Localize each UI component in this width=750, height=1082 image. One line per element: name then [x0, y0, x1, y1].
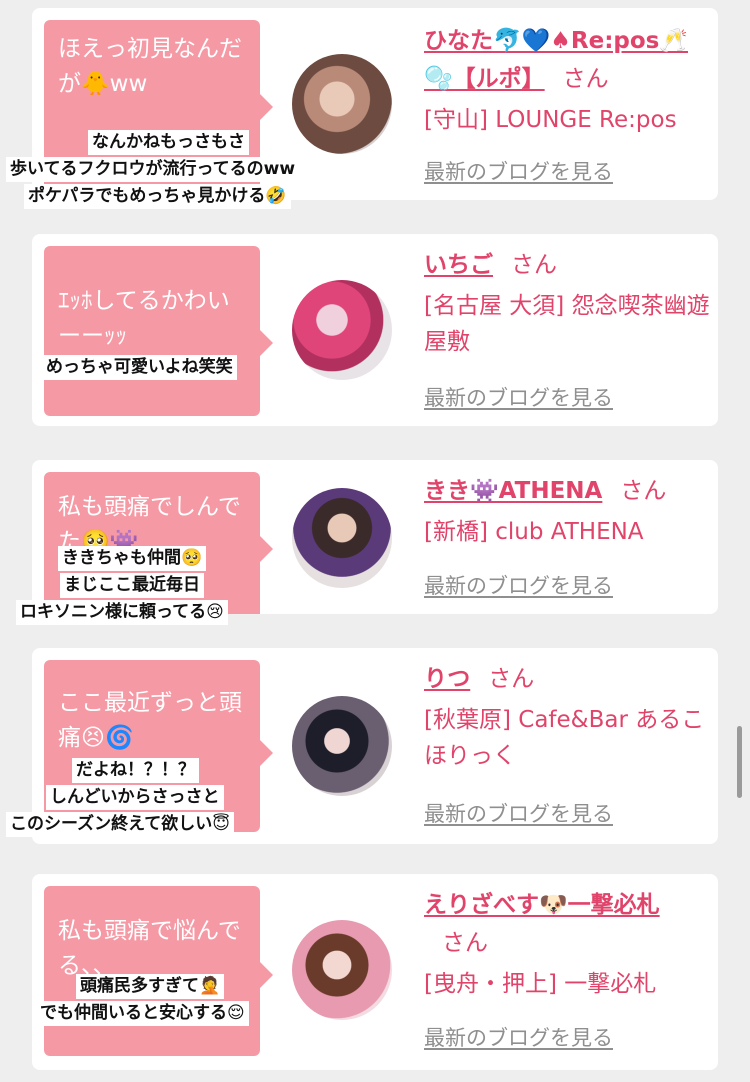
- cast-info: えりざべす🐶一撃必札さん [曳舟・押上] 一撃必札: [424, 886, 714, 1002]
- avatar[interactable]: [292, 54, 392, 154]
- bubble-tail: [260, 740, 273, 766]
- cast-info: りつ さん [秋葉原] Cafe&Bar あるこほりっく: [424, 660, 714, 774]
- cast-name-line: えりざべす🐶一撃必札さん: [424, 886, 714, 962]
- honorific: さん: [488, 666, 535, 692]
- avatar[interactable]: [292, 920, 392, 1020]
- caption-text: だよね！？！？: [72, 758, 199, 783]
- latest-blog-link[interactable]: 最新のブログを見る: [424, 1022, 613, 1052]
- cast-info: きき👾ATHENA さん [新橋] club ATHENA: [424, 472, 714, 550]
- shop-label: [曳舟・押上] 一撃必札: [424, 971, 657, 997]
- message-card: ｴｯﾎしてるかわいーーｯｯ いちご さん [名古屋 大須] 怨念喫茶幽遊屋敷 最新…: [32, 234, 718, 426]
- bubble-tail: [260, 330, 273, 356]
- cast-name-link[interactable]: えりざべす🐶一撃必札: [424, 892, 660, 918]
- avatar[interactable]: [292, 696, 392, 796]
- cast-info: いちご さん [名古屋 大須] 怨念喫茶幽遊屋敷: [424, 246, 714, 360]
- bubble-text: 私も頭痛で悩んでる、、: [58, 918, 241, 979]
- bubble-text: ほえっ初見なんだが🐥ww: [58, 36, 242, 97]
- message-card: 私も頭痛で悩んでる、、 えりざべす🐶一撃必札さん [曳舟・押上] 一撃必札 最新…: [32, 874, 718, 1070]
- cast-name-line: いちご さん: [424, 246, 714, 284]
- caption-text: ききちゃも仲間🥺: [58, 546, 207, 571]
- shop-label: [守山] LOUNGE Re:pos: [424, 107, 677, 133]
- avatar[interactable]: [292, 280, 392, 380]
- cast-name-link[interactable]: ひなた🐬💙♠Re:pos🥂🫧【ルポ】: [424, 28, 688, 92]
- caption-text: 歩いてるフクロウが流行ってるのww: [6, 157, 300, 182]
- latest-blog-link[interactable]: 最新のブログを見る: [424, 798, 613, 828]
- cast-name-line: きき👾ATHENA さん: [424, 472, 714, 510]
- latest-blog-link[interactable]: 最新のブログを見る: [424, 156, 613, 186]
- caption-text: ポケパラでもめっちゃ見かける🤣: [24, 184, 291, 209]
- shop-label: [名古屋 大須] 怨念喫茶幽遊屋敷: [424, 293, 710, 355]
- avatar[interactable]: [292, 488, 392, 588]
- bubble-tail: [260, 94, 273, 120]
- honorific: さん: [511, 252, 557, 278]
- cast-name-link[interactable]: りつ: [424, 666, 470, 692]
- bubble-tail: [260, 536, 273, 562]
- latest-blog-link[interactable]: 最新のブログを見る: [424, 382, 613, 412]
- honorific: さん: [620, 478, 667, 504]
- bubble-text: ここ最近ずっと頭痛😣🌀: [58, 690, 242, 751]
- latest-blog-link[interactable]: 最新のブログを見る: [424, 570, 613, 600]
- honorific: さん: [442, 930, 488, 956]
- message-bubble: 私も頭痛で悩んでる、、: [44, 886, 273, 1056]
- caption-text: このシーズン終えて欲しい😇: [6, 812, 235, 837]
- message-bubble: ｴｯﾎしてるかわいーーｯｯ: [44, 246, 273, 416]
- bubble-tail: [260, 962, 273, 988]
- shop-label: [秋葉原] Cafe&Bar あるこほりっく: [424, 707, 705, 769]
- cast-name-line: りつ さん: [424, 660, 714, 698]
- caption-text: まじここ最近毎日: [60, 573, 204, 598]
- caption-text: 頭痛民多すぎて🤦: [76, 974, 225, 999]
- cast-name-link[interactable]: きき👾ATHENA: [424, 478, 602, 504]
- caption-text: でも仲間いると安心する😌: [36, 1001, 249, 1026]
- caption-text: なんかねもっさもさ: [88, 130, 249, 155]
- caption-text: しんどいからさっさと: [46, 785, 224, 810]
- cast-info: ひなた🐬💙♠Re:pos🥂🫧【ルポ】 さん [守山] LOUNGE Re:pos: [424, 22, 714, 138]
- caption-text: ロキソニン様に頼ってる😢: [16, 600, 228, 625]
- shop-label: [新橋] club ATHENA: [424, 519, 644, 545]
- cast-name-line: ひなた🐬💙♠Re:pos🥂🫧【ルポ】 さん: [424, 22, 714, 98]
- bubble-text: ｴｯﾎしてるかわいーーｯｯ: [58, 288, 230, 349]
- caption-text: めっちゃ可愛いよね笑笑: [42, 355, 237, 380]
- honorific: さん: [562, 66, 609, 92]
- scrollbar[interactable]: [737, 726, 742, 798]
- cast-name-link[interactable]: いちご: [424, 252, 493, 278]
